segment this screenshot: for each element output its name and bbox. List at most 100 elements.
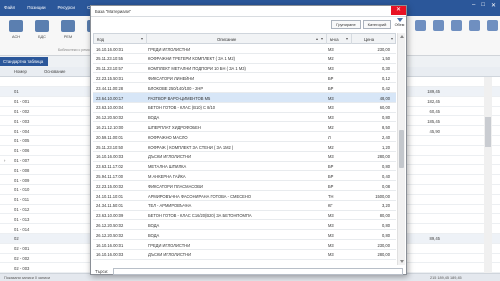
material-unit: БР xyxy=(328,183,334,189)
table-cell: 02 - 002 xyxy=(14,255,30,261)
material-row[interactable]: 23.63.10.00:04 БЕТОН ГОТОВ - КЛАС (В10) С… xyxy=(93,103,396,113)
material-description: АРМИРОВЪЧНА ФАСОНИРАНА ГОТОВА - СМЕСЕНО xyxy=(148,193,252,199)
material-description: ВОДА xyxy=(148,115,160,121)
material-description: М АНКЕРНА ГАЙКА xyxy=(148,173,186,179)
sort-icon[interactable] xyxy=(316,37,318,40)
material-description: МЕТАЛНА ШПИЛКА xyxy=(148,164,187,170)
ribbon-button-asn[interactable]: АСН xyxy=(4,19,28,45)
material-row[interactable]: 24.10.11.10:01 АРМИРОВЪЧНА ФАСОНИРАНА ГОТ… xyxy=(93,191,396,201)
material-code: 16.21.12.10:00 xyxy=(96,124,124,130)
scroll-up-icon[interactable] xyxy=(399,35,404,38)
column-header-basis[interactable]: Основание xyxy=(44,69,65,74)
material-row[interactable]: 23.64.10.00:17 РАЗТВОР ВАРО-ЦИМЕНТОВ М5 М3… xyxy=(93,93,396,103)
column-header-description[interactable]: Описание xyxy=(147,34,327,44)
ribbon-button-right-5[interactable] xyxy=(484,19,500,45)
table-cell: 01 - 010 xyxy=(14,187,30,193)
ribbon-button-right-3[interactable] xyxy=(448,19,464,45)
filter-icon[interactable] xyxy=(346,37,348,40)
material-unit: М3 xyxy=(328,154,334,160)
dialog-title: База "Материали" xyxy=(95,9,132,14)
ribbon-button-rem[interactable]: РЕМ xyxy=(56,19,80,45)
material-code: 16.10.16.00:03 xyxy=(96,252,124,258)
material-code: 16.10.16.00:01 xyxy=(96,242,124,248)
scroll-thumb[interactable] xyxy=(485,117,491,147)
material-row[interactable]: 24.34.11.50:01 ТЕЛ - АРМИРОВЪЧНА КГ 3,20 xyxy=(93,201,396,211)
ribbon-button-right-2[interactable] xyxy=(430,19,446,45)
database-icon xyxy=(9,20,23,32)
filter-icon xyxy=(396,18,403,22)
background-scrollbar[interactable] xyxy=(484,77,492,273)
menu-item-resources[interactable]: Ресурси xyxy=(58,3,75,12)
table-cell: 02 xyxy=(14,236,19,242)
materials-dialog: База "Материали" ✕ Групиране Категорий О… xyxy=(90,5,407,275)
material-row[interactable]: 23.63.11.17:02 МЕТАЛНА ШПИЛКА БР 0,80 xyxy=(93,162,396,172)
materials-scrollbar[interactable] xyxy=(397,33,405,265)
material-row[interactable]: 16.21.12.10:00 ШПЕРПЛАТ ХИДРОФОБЕН М2 8,50 xyxy=(93,122,396,133)
material-unit: БР xyxy=(328,85,334,91)
material-row[interactable]: 20.59.11.00:01 КОФРАЖНО МАСЛО Л 2,40 xyxy=(93,132,396,142)
tab-standard-table[interactable]: Стандартна таблица xyxy=(0,57,48,66)
ribbon-button-right-1[interactable] xyxy=(412,19,428,45)
material-row[interactable]: 25.11.23.10:55 КОФРАЖНИ ТРЕГЕРИ КОМПЛЕКТ … xyxy=(93,54,396,64)
menu-item-file[interactable]: Файл xyxy=(4,3,15,12)
table-cell: › xyxy=(4,157,6,163)
filter-icon[interactable] xyxy=(391,37,393,40)
material-unit: БР xyxy=(328,75,334,81)
table-cell: 01 - 003 xyxy=(14,118,30,124)
table-cell: 01 - 014 xyxy=(14,226,30,232)
material-description: КОФРАЖНО МАСЛО xyxy=(148,134,188,140)
column-header-price[interactable]: Цена xyxy=(352,34,396,44)
material-unit: КГ xyxy=(328,203,333,209)
scroll-down-icon[interactable] xyxy=(399,260,404,263)
close-icon[interactable]: ✕ xyxy=(391,6,406,15)
material-row[interactable]: 16.10.16.00:01 ГРЕДИ ИГЛОЛИСТНИ М3 230,00 xyxy=(93,44,396,54)
material-row[interactable]: 16.10.16.00:03 ДЪСКИ ИГЛОЛИСТНИ М3 280,00 xyxy=(93,250,396,260)
material-code: 22.23.15.50:01 xyxy=(96,75,124,81)
material-row[interactable]: 26.12.20.50:02 ВОДА М3 0,80 xyxy=(93,230,396,240)
category-button[interactable]: Категорий xyxy=(363,20,391,29)
material-row[interactable]: 22.23.15.50:01 ФИКСАТОРИ ЛИНЕЙНИ БР 0,12 xyxy=(93,73,396,84)
material-price: 3,20 xyxy=(382,203,390,209)
material-unit: М3 xyxy=(328,222,334,228)
column-header-code[interactable]: Код xyxy=(94,34,147,44)
material-row[interactable]: 25.11.23.10:57 КОМПЛЕКТ МЕТАЛНИ ПОДПОРИ 1… xyxy=(93,64,396,74)
table-cell: 01 - 013 xyxy=(14,216,30,222)
material-row[interactable]: 26.12.20.50:02 ВОДА М3 0,80 xyxy=(93,220,396,231)
column-header-unit[interactable]: м-ка xyxy=(327,34,352,44)
maximize-icon[interactable]: □ xyxy=(481,2,485,9)
tool-icon xyxy=(450,20,462,31)
window-close-icon[interactable]: ✕ xyxy=(491,2,496,9)
material-unit: БР xyxy=(328,164,334,170)
material-row[interactable]: 23.63.10.00:09 БЕТОН ГОТОВ - КЛАС С16/20(… xyxy=(93,211,396,221)
filter-icon[interactable] xyxy=(141,37,143,40)
material-price: 0,42 xyxy=(382,85,390,91)
scroll-thumb[interactable] xyxy=(399,130,404,168)
material-code: 16.10.16.00:01 xyxy=(96,46,124,52)
material-row[interactable]: 16.10.16.00:03 ДЪСКИ ИГЛОЛИСТНИ М3 280,00 xyxy=(93,152,396,162)
material-description: БЕТОН ГОТОВ - КЛАС (В10) С 8/10 xyxy=(148,105,216,111)
material-row[interactable]: 23.44.11.00:28 БЛОКОВЕ 250/140/100 - 2НР Б… xyxy=(93,83,396,93)
main-menu: Файл Позиции Ресурси Сметни xyxy=(4,3,103,12)
material-row[interactable]: 16.10.16.00:01 ГРЕДИ ИГЛОЛИСТНИ М3 230,00 xyxy=(93,240,396,250)
material-row[interactable]: 22.23.15.00:02 ФИКСАТОРИ ПЛАСМАСОВИ БР 0,08 xyxy=(93,181,396,191)
filter-icon[interactable] xyxy=(321,37,323,40)
material-unit: М3 xyxy=(328,66,334,72)
material-row[interactable]: 26.12.20.50:02 ВОДА М3 0,80 xyxy=(93,113,396,123)
column-header-number[interactable]: Номер xyxy=(14,69,27,74)
grouping-button[interactable]: Групиране xyxy=(331,20,361,29)
filter-button[interactable]: Обем xyxy=(393,18,406,31)
minimize-icon[interactable]: – xyxy=(472,2,475,9)
ribbon-button-right-4[interactable] xyxy=(466,19,482,45)
status-record-count: Показани записи 0 записи xyxy=(4,275,51,280)
menu-item-positions[interactable]: Позиции xyxy=(27,3,45,12)
material-description: ШПЕРПЛАТ ХИДРОФОБЕН xyxy=(148,124,201,130)
search-input[interactable] xyxy=(113,268,403,275)
material-description: РАЗТВОР ВАРО-ЦИМЕНТОВ М5 xyxy=(148,95,211,101)
material-code: 24.10.11.10:01 xyxy=(96,193,124,199)
material-code: 25.94.11.17:00 xyxy=(96,173,124,179)
table-cell: 01 - 011 xyxy=(14,197,30,203)
ribbon-button-bds[interactable]: БДС xyxy=(30,19,54,45)
material-row[interactable]: 25.11.23.10:50 КОФРАЖ ( КОМПЛЕКТ ЗА СТЕНИ… xyxy=(93,142,396,152)
material-row[interactable]: 25.94.11.17:00 М АНКЕРНА ГАЙКА БР 0,40 xyxy=(93,171,396,182)
material-code: 23.63.10.00:09 xyxy=(96,213,124,219)
